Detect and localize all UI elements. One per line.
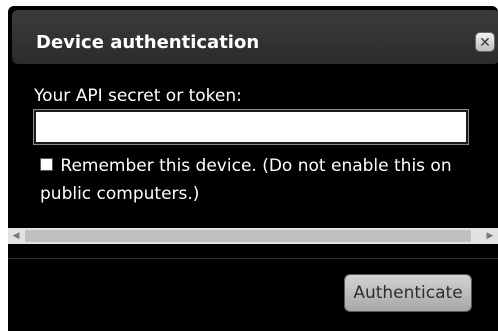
- auth-dialog: Device authentication ✕ Your API secret …: [8, 6, 498, 331]
- authenticate-button[interactable]: Authenticate: [344, 274, 472, 312]
- scroll-right-arrow-icon[interactable]: ▶: [482, 228, 498, 244]
- remember-label: Remember this device. (Do not enable thi…: [40, 156, 452, 204]
- close-button[interactable]: ✕: [475, 32, 495, 52]
- remember-row: Remember this device. (Do not enable thi…: [40, 152, 480, 208]
- scrollbar-thumb[interactable]: [25, 230, 471, 242]
- horizontal-scrollbar[interactable]: ◀ ▶: [8, 228, 498, 244]
- close-icon: ✕: [479, 35, 491, 51]
- scroll-left-arrow-icon[interactable]: ◀: [8, 228, 24, 244]
- token-label: Your API secret or token:: [34, 86, 242, 106]
- dialog-title: Device authentication: [36, 32, 260, 53]
- dialog-titlebar: Device authentication ✕: [12, 10, 498, 64]
- footer-divider: [8, 258, 498, 259]
- token-input[interactable]: [33, 109, 469, 145]
- remember-checkbox[interactable]: [40, 157, 53, 171]
